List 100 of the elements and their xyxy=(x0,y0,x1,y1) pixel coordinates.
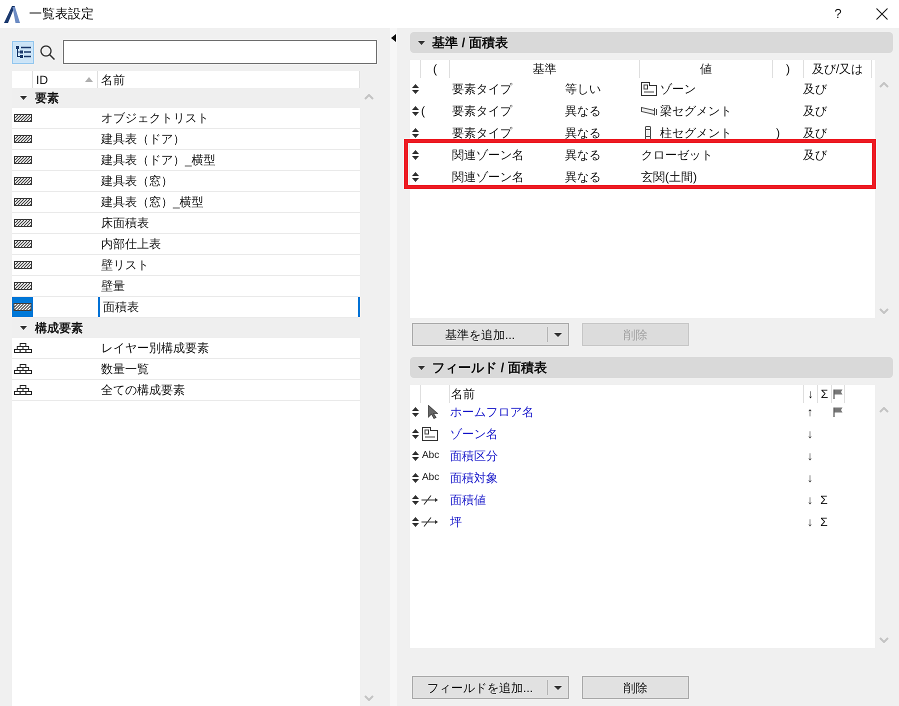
reorder-handle-icon[interactable] xyxy=(412,429,418,439)
column-header: Σ xyxy=(817,385,831,403)
operator-text: 異なる xyxy=(565,103,601,120)
logic-operator: 及び xyxy=(803,81,827,98)
value-text: ゾーン xyxy=(660,81,696,98)
column-header: ) xyxy=(772,60,803,78)
field-name[interactable]: 坪 xyxy=(450,513,462,531)
criterion-name: 要素タイプ xyxy=(452,125,512,142)
list-item[interactable]: 内部仕上表 xyxy=(12,234,360,255)
caret-down-icon xyxy=(554,686,562,690)
reorder-handle-icon[interactable] xyxy=(412,172,418,182)
column-header: ↓ xyxy=(803,385,817,403)
list-item[interactable]: 床面積表 xyxy=(12,213,360,234)
reorder-handle-icon[interactable] xyxy=(412,495,418,505)
search-icon[interactable] xyxy=(40,44,55,60)
operator-text: 等しい xyxy=(565,81,601,98)
list-item[interactable]: 壁リスト xyxy=(12,255,360,276)
reorder-handle-icon[interactable] xyxy=(412,84,418,94)
list-item[interactable]: オブジェクトリスト xyxy=(12,108,360,129)
dropdown-button[interactable] xyxy=(547,323,569,346)
expanded-triangle-icon[interactable] xyxy=(20,96,27,100)
reorder-handle-icon[interactable] xyxy=(412,128,418,138)
add-field-button[interactable]: フィールドを追加... xyxy=(412,676,547,699)
room-outline-icon xyxy=(641,82,657,96)
reorder-handle-icon[interactable] xyxy=(412,473,418,483)
sort-direction[interactable]: ↑ xyxy=(807,403,813,421)
field-name[interactable]: 面積区分 xyxy=(450,447,498,465)
list-item[interactable]: 建具表（窓） xyxy=(12,171,360,192)
operator-text: 異なる xyxy=(565,169,601,186)
column-header: 及び/又は xyxy=(803,60,872,78)
brick-stack-icon xyxy=(14,364,32,374)
list-item[interactable]: 建具表（窓）_横型 xyxy=(12,192,360,213)
group-header[interactable]: 構成要素 xyxy=(12,318,360,338)
expanded-triangle-icon[interactable] xyxy=(20,326,27,330)
operator-text: 異なる xyxy=(565,125,601,142)
sum-mark: Σ xyxy=(820,492,828,509)
list-item[interactable]: 全ての構成要素 xyxy=(12,380,360,401)
help-button[interactable]: ? xyxy=(827,2,849,26)
type-label: Abc xyxy=(422,451,440,461)
value-text: 玄関(土間) xyxy=(641,169,697,186)
column-header: ( xyxy=(420,60,449,78)
pillar-icon xyxy=(645,126,651,140)
dimension-line-icon xyxy=(421,495,439,505)
app-logo-icon xyxy=(4,6,20,22)
list-item[interactable]: レイヤー別構成要素 xyxy=(12,338,360,359)
list-item[interactable]: 建具表（ドア） xyxy=(12,129,360,150)
operator-text: 異なる xyxy=(565,147,601,164)
field-name[interactable]: ゾーン名 xyxy=(450,425,498,443)
criterion-name: 関連ゾーン名 xyxy=(452,147,524,164)
sort-direction[interactable]: ↓ xyxy=(807,491,813,509)
criterion-name: 関連ゾーン名 xyxy=(452,169,524,186)
column-header: 名前 xyxy=(449,385,803,403)
sum-mark: Σ xyxy=(820,514,828,531)
brick-stack-icon xyxy=(14,385,32,395)
field-name[interactable]: 面積対象 xyxy=(450,469,498,487)
type-label: Abc xyxy=(422,473,440,483)
sort-direction[interactable]: ↓ xyxy=(807,447,813,465)
criterion-name: 要素タイプ xyxy=(452,103,512,120)
section-header[interactable]: 基準 / 面積表 xyxy=(410,32,893,53)
tree-list-icon xyxy=(16,46,30,58)
group-header[interactable]: 要素 xyxy=(12,88,360,108)
reorder-handle-icon[interactable] xyxy=(412,106,418,116)
sort-direction[interactable]: ↓ xyxy=(807,425,813,443)
beam-icon xyxy=(641,106,657,116)
window-title: 一覧表設定 xyxy=(29,5,94,24)
caret-down-icon xyxy=(554,332,562,336)
reorder-handle-icon[interactable] xyxy=(412,150,418,160)
sort-direction[interactable]: ↓ xyxy=(807,513,813,531)
reorder-handle-icon[interactable] xyxy=(412,451,418,461)
criterion-name: 要素タイプ xyxy=(452,81,512,98)
room-outline-icon xyxy=(422,427,438,441)
tree-view-button[interactable] xyxy=(12,40,34,64)
list-item[interactable]: 建具表（ドア）_横型 xyxy=(12,150,360,171)
expanded-triangle-icon[interactable] xyxy=(418,366,425,370)
value-text: 梁セグメント xyxy=(660,103,732,120)
reorder-handle-icon[interactable] xyxy=(412,517,418,527)
logic-operator: 及び xyxy=(803,147,827,164)
value-text: クローゼット xyxy=(641,147,713,164)
column-header: 基準 xyxy=(449,60,639,78)
field-name[interactable]: ホームフロア名 xyxy=(450,403,534,421)
flag-icon xyxy=(833,389,843,399)
open-parenthesis: ( xyxy=(421,103,425,120)
delete-button[interactable]: 削除 xyxy=(582,676,689,699)
add-criterion-button[interactable]: 基準を追加... xyxy=(412,323,547,346)
logic-operator: 及び xyxy=(803,125,827,142)
column-header: 値 xyxy=(639,60,772,78)
brick-stack-icon xyxy=(14,343,32,353)
section-header[interactable]: フィールド / 面積表 xyxy=(410,357,893,378)
sort-direction[interactable]: ↓ xyxy=(807,469,813,487)
search-field[interactable] xyxy=(63,40,377,64)
logic-operator: 及び xyxy=(803,103,827,120)
field-name[interactable]: 面積値 xyxy=(450,491,486,509)
close-icon xyxy=(876,8,888,20)
list-item[interactable]: 壁量 xyxy=(12,276,360,297)
expanded-triangle-icon[interactable] xyxy=(418,40,425,44)
collapse-arrow-icon[interactable] xyxy=(391,34,396,42)
sort-ascending-icon xyxy=(85,77,93,82)
reorder-handle-icon[interactable] xyxy=(412,407,418,417)
list-item[interactable]: 数量一覧 xyxy=(12,359,360,380)
dropdown-button[interactable] xyxy=(547,676,569,699)
